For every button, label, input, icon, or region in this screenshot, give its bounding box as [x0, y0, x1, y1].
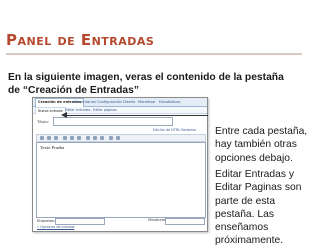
toolbar-button-icon[interactable] [70, 136, 74, 140]
toolbar-button-icon[interactable] [40, 136, 44, 140]
editor-content: Texto Prueba [40, 145, 65, 150]
intro-text: En la siguiente imagen, veras el conteni… [8, 72, 284, 96]
editor-mode-tabs[interactable]: Edición de HTML Redactar [153, 128, 196, 132]
slide-title: Panel de Entradas [6, 31, 155, 49]
toolbar-button-icon[interactable] [116, 136, 120, 140]
callout-arrow-head-icon [61, 112, 67, 118]
tab-estadisticas[interactable]: Estadísticas [157, 99, 182, 106]
note-suboptions: Entre cada pestaña, hay también otras op… [215, 126, 308, 164]
toolbar-button-icon[interactable] [47, 136, 51, 140]
post-title-label: Título: [37, 119, 49, 124]
toolbar-button-icon[interactable] [109, 136, 113, 140]
thumbnails-input[interactable] [165, 218, 205, 225]
post-options-link[interactable]: » Opciones de entrada [37, 225, 74, 229]
toolbar-button-icon[interactable] [63, 136, 67, 140]
main-tab-bar: Creación de entradas Comentarios Configu… [33, 98, 207, 107]
subtab-editar-paginas[interactable]: Editar páginas [91, 107, 119, 113]
title-divider [6, 53, 302, 55]
toolbar-button-icon[interactable] [86, 136, 90, 140]
blogger-screenshot: Creación de entradas Comentarios Configu… [32, 97, 208, 232]
subtab-editar-entradas[interactable]: Editar entradas [63, 107, 92, 113]
tab-diseno[interactable]: Diseño [121, 99, 137, 106]
toolbar-button-icon[interactable] [54, 136, 58, 140]
thumbnails-label: Miniaturas [148, 218, 166, 222]
labels-label: Etiquetas: [37, 219, 56, 223]
callout-arrow-line [66, 115, 208, 116]
editor-toolbar [36, 134, 206, 142]
post-editor[interactable]: Texto Prueba [36, 142, 206, 218]
sub-tab-bar: Nueva entrada Editar entradas Editar pág… [33, 107, 207, 114]
post-title-input[interactable] [53, 117, 173, 126]
note-edit-pages: Editar Entradas y Editar Paginas son par… [215, 169, 302, 247]
labels-input[interactable] [55, 218, 105, 225]
tab-configuracion[interactable]: Configuración [95, 99, 124, 106]
toolbar-button-icon[interactable] [77, 136, 81, 140]
toolbar-button-icon[interactable] [100, 136, 104, 140]
tab-comentarios[interactable]: Comentarios [71, 99, 98, 106]
toolbar-button-icon[interactable] [93, 136, 97, 140]
tab-monetizar[interactable]: Monetizar [136, 99, 158, 106]
